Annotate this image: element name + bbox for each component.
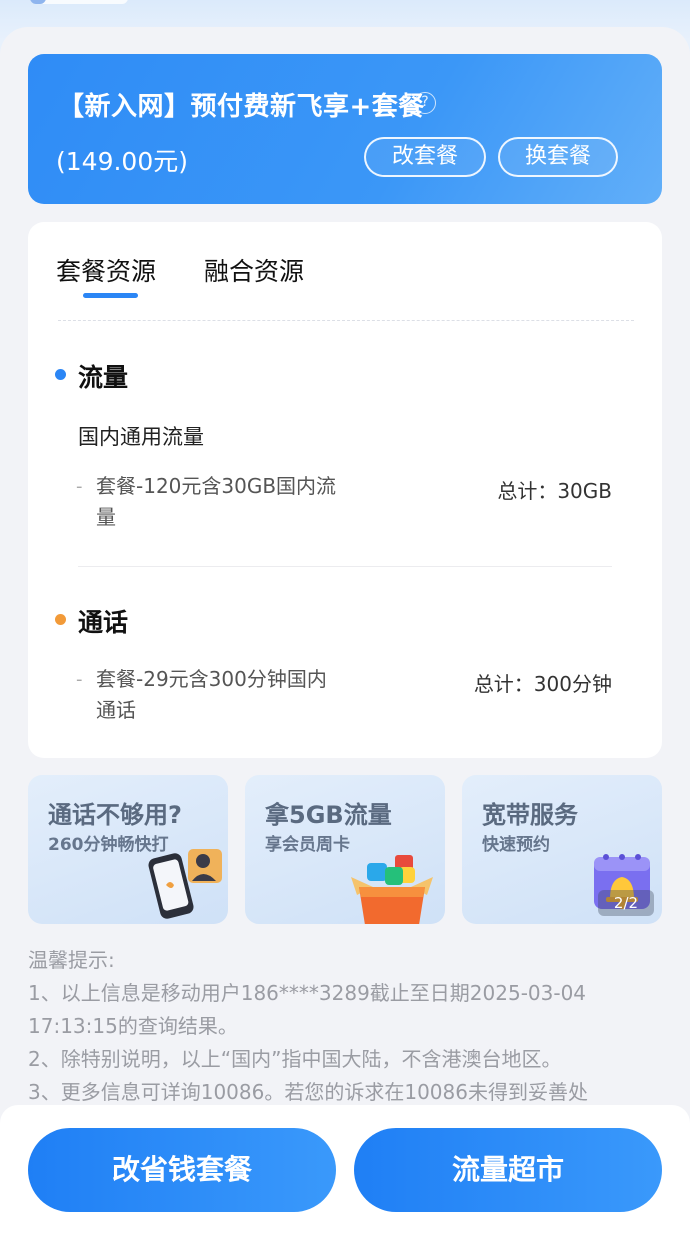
data-bullet-icon [55,369,66,380]
tips-line-3: 2、除特别说明，以上“国内”指中国大陆，不含港澳台地区。 [28,1047,562,1071]
data-item-dash: - [76,476,83,497]
section-divider [78,566,612,567]
plan-price: (149.00元) [56,147,188,176]
promo-5gb-card[interactable]: 拿5GB流量 享会员周卡 [245,775,445,924]
question-circle-icon[interactable]: ? [414,92,436,114]
promo-broadband-card[interactable]: 宽带服务 快速预约 2/2 [462,775,662,924]
call-item-desc: 套餐-29元含300分钟国内 通话 [96,664,366,726]
active-tab-indicator [83,293,138,298]
data-subtitle: 国内通用流量 [78,425,204,449]
promo-broadband-subtitle: 快速预约 [482,835,550,855]
promo-calls-card[interactable]: 通话不够用? 260分钟畅快打 [28,775,228,924]
data-total: 总计：30GB [497,479,612,503]
top-status-strip [0,0,690,30]
swap-plan-button[interactable]: 换套餐 [498,137,618,177]
plan-title: 【新入网】预付费新飞享+套餐 [58,92,425,122]
data-section-title: 流量 [78,363,129,392]
tips-section: 温馨提示: 1、以上信息是移动用户186****3289截止至日期2025-03… [28,944,668,1109]
call-section-title: 通话 [78,608,129,637]
promo-5gb-title: 拿5GB流量 [265,801,392,829]
tips-line-1: 1、以上信息是移动用户186****3289截止至日期2025-03-04 [28,981,587,1005]
promo-broadband-title: 宽带服务 [482,801,578,829]
call-total: 总计：300分钟 [473,672,612,696]
tips-heading: 温馨提示: [28,948,115,972]
call-item-line2: 通话 [96,698,136,722]
resources-card: 套餐资源 融合资源 流量 国内通用流量 - 套餐-120元含30GB国内流 量 … [28,222,662,758]
data-item-desc: 套餐-120元含30GB国内流 量 [96,471,366,533]
plan-card: 【新入网】预付费新飞享+套餐 (149.00元) 改套餐 换套餐 [28,54,662,204]
data-item-line1: 套餐-120元含30GB国内流 [96,474,337,498]
call-bullet-icon [55,614,66,625]
money-saving-plan-button[interactable]: 改省钱套餐 [28,1128,336,1212]
data-market-button[interactable]: 流量超市 [354,1128,662,1212]
data-item-line2: 量 [96,505,116,529]
carousel-pager: 2/2 [598,890,654,916]
phone-call-icon [148,849,222,919]
tab-plan-resources[interactable]: 套餐资源 [56,252,156,288]
gift-box-icon [351,855,433,924]
change-plan-button[interactable]: 改套餐 [364,137,486,177]
call-item-line1: 套餐-29元含300分钟国内 [96,667,327,691]
call-item-dash: - [76,669,83,690]
tab-fusion-resources[interactable]: 融合资源 [204,252,304,288]
promo-calls-title: 通话不够用? [48,801,182,829]
dashed-divider [58,320,634,321]
tips-line-2: 17:13:15的查询结果。 [28,1014,238,1038]
